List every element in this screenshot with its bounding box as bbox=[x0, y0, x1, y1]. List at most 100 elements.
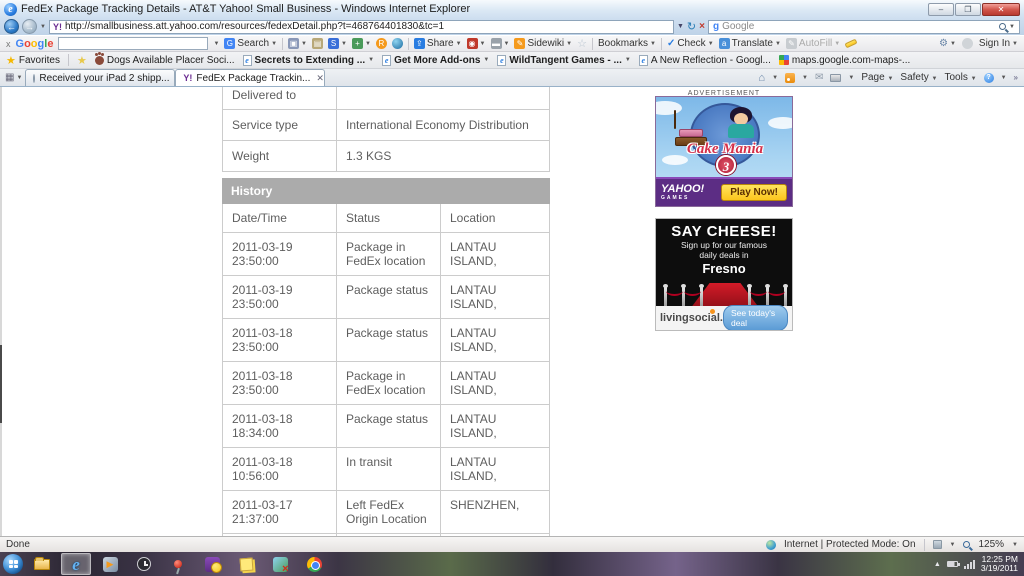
taskbar-explorer[interactable] bbox=[27, 553, 57, 575]
google-favicon-icon: g bbox=[712, 21, 720, 32]
translate-button[interactable]: a Translate ▼ bbox=[718, 38, 781, 49]
share-button[interactable]: ⇪ Share ▼ bbox=[413, 38, 462, 49]
toolbar-close-icon[interactable]: x bbox=[6, 39, 11, 49]
bookmark-star-icon[interactable]: ☆ bbox=[577, 37, 587, 50]
add-favorite-icon[interactable]: ★ bbox=[77, 54, 87, 67]
taskbar-internet-explorer[interactable]: e bbox=[61, 553, 91, 575]
zoom-dropdown-icon[interactable]: ▼ bbox=[1012, 542, 1018, 548]
close-button[interactable]: ✕ bbox=[982, 2, 1020, 16]
favorite-item-maps[interactable]: maps.google.com-maps-... bbox=[778, 55, 910, 66]
zoom-magnifier-icon[interactable] bbox=[963, 541, 971, 548]
help-dropdown-icon[interactable]: ▼ bbox=[1001, 75, 1007, 81]
taskbar-clock[interactable]: 12:25 PM 3/19/2011 bbox=[980, 554, 1021, 574]
forward-button[interactable]: → bbox=[22, 19, 37, 34]
favorite-item-wildtangent[interactable]: e WildTangent Games - ... ▼ bbox=[497, 54, 631, 66]
zone-dropdown-icon[interactable]: ▼ bbox=[950, 542, 956, 548]
minimize-button[interactable]: – bbox=[928, 2, 954, 16]
url-input[interactable] bbox=[64, 21, 670, 32]
tools-menu[interactable]: Tools ▼ bbox=[945, 72, 977, 83]
check-button[interactable]: ✓ Check ▼ bbox=[667, 38, 714, 49]
toolbar-search-input[interactable] bbox=[58, 37, 209, 50]
status-bar: Done Internet | Protected Mode: On ▼ 125… bbox=[0, 536, 1024, 552]
search-magnifier-icon[interactable] bbox=[999, 23, 1007, 30]
tray-expand-icon[interactable]: ▲ bbox=[934, 561, 941, 568]
toolbar-search-dropdown-icon[interactable]: ▼ bbox=[213, 41, 219, 47]
overflow-chevron-icon[interactable]: » bbox=[1014, 73, 1018, 82]
webpage-icon: e bbox=[242, 54, 252, 66]
taskbar-media-player[interactable]: ▶ bbox=[95, 553, 125, 575]
taskbar-pinned-app[interactable] bbox=[163, 553, 193, 575]
signin-button[interactable]: Sign In ▼ bbox=[979, 38, 1018, 49]
r-badge-icon[interactable]: R bbox=[375, 38, 387, 49]
table-row: 2011-03-17 21:37:00 Left FedEx Origin Loc… bbox=[223, 490, 549, 533]
photos-button[interactable]: ◉ ▼ bbox=[466, 38, 486, 49]
refresh-icon[interactable]: ↻ bbox=[687, 20, 696, 33]
livingsocial-ad[interactable]: SAY CHEESE! Sign up for our famous daily… bbox=[655, 218, 793, 331]
feed-dropdown-icon[interactable]: ▼ bbox=[802, 75, 808, 81]
compatibility-view-icon[interactable] bbox=[932, 540, 942, 549]
play-now-button[interactable]: Play Now! bbox=[721, 184, 787, 201]
livingsocial-logo: livingsocial. bbox=[660, 309, 723, 324]
check-icon: ✓ bbox=[666, 38, 676, 49]
nav-history-dropdown-icon[interactable]: ▼ bbox=[40, 24, 46, 30]
chrome-icon bbox=[306, 556, 322, 572]
taskbar-clock-app[interactable] bbox=[129, 553, 159, 575]
sticky-notes-icon bbox=[239, 557, 253, 571]
read-mail-icon[interactable]: ✉ bbox=[815, 72, 823, 83]
address-field[interactable]: Y! bbox=[48, 19, 674, 34]
taskbar-sticky-notes[interactable] bbox=[231, 553, 261, 575]
taskbar-games-app[interactable] bbox=[265, 553, 295, 575]
back-button[interactable]: ← bbox=[4, 19, 19, 34]
bookmarks-button[interactable]: Bookmarks ▼ bbox=[598, 38, 656, 49]
paw-icon bbox=[94, 52, 104, 65]
earth-icon[interactable] bbox=[391, 38, 403, 49]
toolbar-search-button[interactable]: G Search ▼ bbox=[224, 38, 277, 49]
battery-icon[interactable] bbox=[946, 561, 960, 567]
print-icon[interactable] bbox=[830, 73, 842, 82]
rss-feed-icon[interactable] bbox=[785, 72, 796, 83]
taskbar-yahoo-messenger[interactable] bbox=[197, 553, 227, 575]
tab-fedex-tracking[interactable]: Y! FedEx Package Trackin... ✕ bbox=[175, 69, 326, 86]
toolbar-settings-button[interactable]: ⚙ ▼ bbox=[939, 38, 956, 49]
page-menu[interactable]: Page ▼ bbox=[861, 72, 893, 83]
favorite-item-addons[interactable]: e Get More Add-ons ▼ bbox=[382, 54, 489, 66]
favorites-button[interactable]: ★ Favorites bbox=[6, 54, 60, 67]
home-dropdown-icon[interactable]: ▼ bbox=[772, 75, 778, 81]
clock-date: 3/19/2011 bbox=[980, 563, 1018, 573]
grid-icon[interactable]: ▤ bbox=[312, 38, 323, 49]
print-dropdown-icon[interactable]: ▼ bbox=[848, 75, 854, 81]
search-dropdown-icon[interactable]: ▼ bbox=[1009, 24, 1015, 30]
quick-tabs-button[interactable]: ▦ ▼ bbox=[5, 72, 22, 83]
taskbar-chrome[interactable] bbox=[299, 553, 329, 575]
home-icon[interactable]: ⌂ bbox=[758, 72, 765, 84]
ad-city: Fresno bbox=[702, 261, 746, 276]
zoom-level[interactable]: 125% bbox=[978, 539, 1004, 550]
cake-mania-ad[interactable]: Cake Mania 3 YAHOO! GAMES Play Now! bbox=[655, 96, 793, 207]
google-maps-icon bbox=[778, 55, 789, 65]
scrollbar-thumb[interactable] bbox=[0, 345, 2, 423]
ie-search-box[interactable]: g Google ▼ bbox=[707, 19, 1020, 34]
webpage-icon: e bbox=[638, 54, 648, 66]
page-widget-button[interactable]: ▣ ▼ bbox=[288, 38, 307, 49]
webpage-icon: e bbox=[497, 54, 507, 66]
highlighter-icon[interactable] bbox=[844, 38, 858, 49]
swirl-button[interactable]: S ▼ bbox=[328, 38, 347, 49]
see-deal-button[interactable]: See today's deal bbox=[722, 305, 788, 330]
network-signal-icon[interactable] bbox=[963, 559, 975, 569]
start-button[interactable] bbox=[3, 554, 23, 574]
tab-ipad-shipping[interactable]: Received your iPad 2 shipp... bbox=[25, 69, 176, 86]
autofill-button[interactable]: ✎ AutoFill ▼ bbox=[785, 38, 840, 49]
help-icon[interactable]: ? bbox=[983, 72, 994, 83]
sidewiki-button[interactable]: ✎ Sidewiki ▼ bbox=[514, 38, 572, 49]
favorite-item-secrets[interactable]: e Secrets to Extending ... ▼ bbox=[242, 54, 374, 66]
favorite-item-reflection[interactable]: eA New Reflection - Googl... bbox=[638, 54, 771, 66]
safety-menu[interactable]: Safety ▼ bbox=[900, 72, 937, 83]
favorite-item-dogs[interactable]: Dogs Available Placer Soci... bbox=[94, 52, 235, 66]
tab-close-icon[interactable]: ✕ bbox=[316, 73, 324, 84]
gray-widget-button[interactable]: ▬ ▼ bbox=[490, 38, 509, 49]
stop-icon[interactable]: × bbox=[699, 21, 705, 32]
add-widget-button[interactable]: + ▼ bbox=[351, 38, 371, 49]
windows-logo-icon bbox=[8, 560, 18, 568]
restore-button[interactable]: ❐ bbox=[955, 2, 981, 16]
address-dropdown-icon[interactable]: ▼ bbox=[677, 23, 684, 30]
